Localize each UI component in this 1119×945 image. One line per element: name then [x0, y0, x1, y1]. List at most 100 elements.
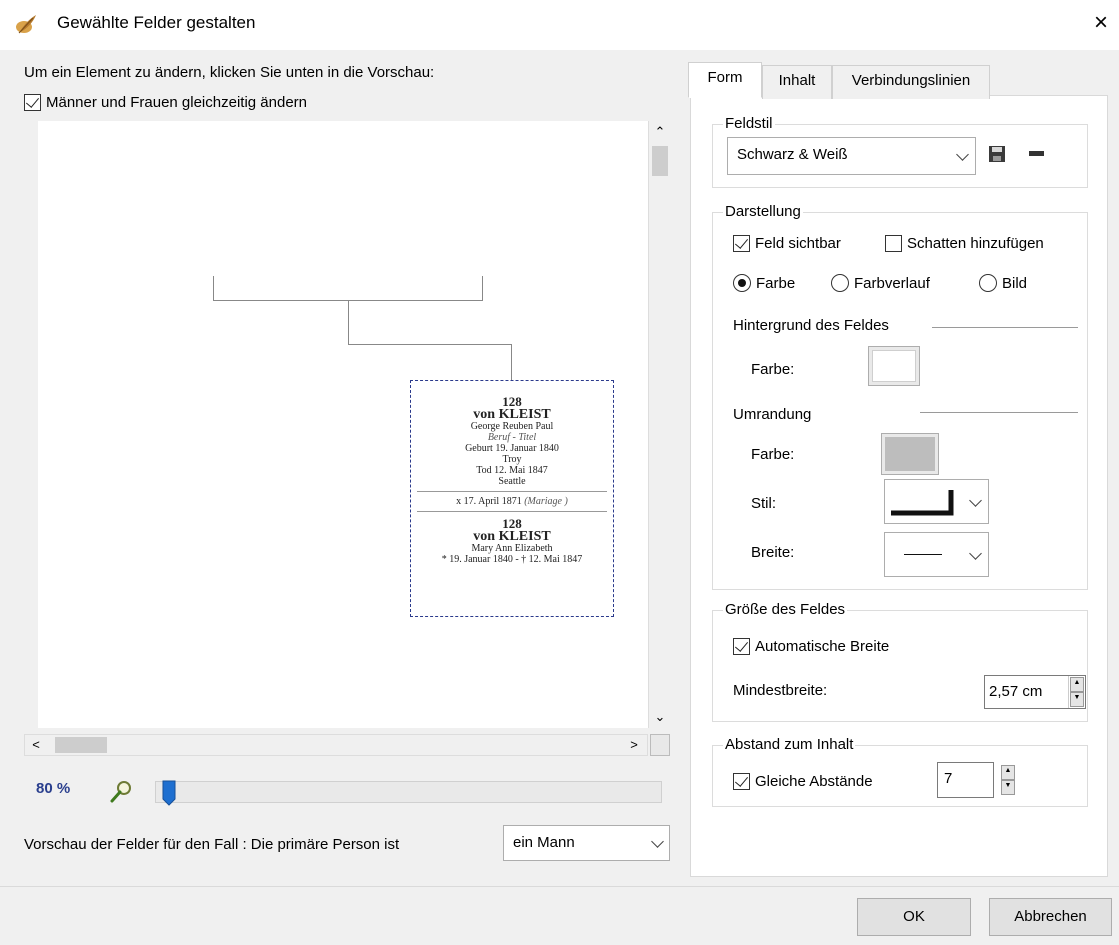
- field-visible-row[interactable]: Feld sichtbar: [733, 232, 841, 254]
- background-color-swatch: [872, 350, 916, 382]
- groesse-title: Größe des Feldes: [723, 601, 848, 618]
- feather-icon: [16, 15, 36, 34]
- fill-color-radio-row[interactable]: Farbe: [733, 272, 795, 294]
- min-width-label: Mindestbreite:: [733, 682, 828, 699]
- border-width-select[interactable]: [884, 532, 989, 577]
- scroll-corner: [650, 734, 670, 756]
- min-width-spinner[interactable]: 2,57 cm ▲ ▼: [984, 675, 1086, 709]
- zoom-slider-thumb[interactable]: [162, 780, 176, 806]
- fill-image-radio[interactable]: [979, 274, 997, 292]
- add-shadow-checkbox[interactable]: [885, 234, 902, 252]
- equal-spacing-row[interactable]: Gleiche Abstände: [733, 770, 873, 792]
- husband-birth[interactable]: Geburt 19. Januar 1840: [411, 443, 613, 454]
- spin-up-icon[interactable]: ▲: [1001, 765, 1015, 780]
- border-style-label: Stil:: [751, 495, 777, 512]
- horizontal-scrollbar[interactable]: < >: [24, 734, 648, 756]
- border-color-swatch: [885, 437, 935, 471]
- marriage-note: (Mariage ): [524, 496, 568, 507]
- add-shadow-row[interactable]: Schatten hinzufügen: [885, 232, 1044, 254]
- spin-down-icon[interactable]: ▼: [1070, 691, 1084, 707]
- magnifier-icon[interactable]: [108, 779, 134, 805]
- marriage-line[interactable]: x 17. April 1871 (Mariage ): [411, 496, 613, 507]
- fill-gradient-radio[interactable]: [831, 274, 849, 292]
- delete-style-icon[interactable]: [1029, 151, 1044, 156]
- auto-width-checkbox[interactable]: [733, 637, 750, 655]
- min-width-spin-buttons: ▲ ▼: [1068, 676, 1085, 708]
- tree-line: [511, 344, 512, 381]
- husband-surname[interactable]: von KLEIST: [411, 408, 613, 422]
- ok-button[interactable]: OK: [857, 898, 971, 936]
- tree-line: [348, 344, 511, 345]
- spacing-input[interactable]: 7: [937, 762, 994, 798]
- horizontal-scroll-thumb[interactable]: [55, 737, 107, 753]
- footer-separator: [0, 886, 1119, 887]
- spacing-value: 7: [944, 770, 953, 787]
- window-title: Gewählte Felder gestalten: [57, 13, 256, 32]
- instruction-text: Um ein Element zu ändern, klicken Sie un…: [24, 64, 435, 81]
- tab-inhalt[interactable]: Inhalt: [762, 65, 832, 99]
- scroll-right-icon[interactable]: >: [623, 735, 645, 755]
- tab-verbindungslinien[interactable]: Verbindungslinien: [832, 65, 990, 99]
- tree-line: [482, 276, 483, 300]
- primary-person-value: ein Mann: [513, 834, 575, 851]
- background-heading: Hintergrund des Feldes: [733, 317, 889, 334]
- fill-color-radio[interactable]: [733, 274, 751, 292]
- auto-width-row[interactable]: Automatische Breite: [733, 635, 889, 657]
- chevron-down-icon: [651, 835, 664, 848]
- husband-occupation[interactable]: Beruf - Titel: [411, 432, 613, 443]
- background-color-button[interactable]: [868, 346, 920, 386]
- zoom-slider-track[interactable]: [155, 781, 662, 803]
- wife-surname[interactable]: von KLEIST: [411, 530, 613, 544]
- tree-line: [213, 276, 214, 300]
- darstellung-title: Darstellung: [723, 203, 803, 220]
- preview-canvas[interactable]: 128 von KLEIST George Reuben Paul Beruf …: [38, 121, 648, 728]
- primary-person-select[interactable]: ein Mann: [503, 825, 670, 861]
- abstand-title: Abstand zum Inhalt: [723, 736, 856, 753]
- husband-death[interactable]: Tod 12. Mai 1847: [411, 465, 613, 476]
- person-card[interactable]: 128 von KLEIST George Reuben Paul Beruf …: [410, 380, 614, 617]
- scroll-down-icon[interactable]: ⌄: [649, 706, 671, 728]
- field-style-value: Schwarz & Weiß: [737, 146, 848, 163]
- border-style-select[interactable]: [884, 479, 989, 524]
- border-width-preview-line: [904, 554, 942, 555]
- auto-width-label: Automatische Breite: [755, 637, 890, 655]
- wife-given-names[interactable]: Mary Ann Elizabeth: [411, 543, 613, 554]
- change-both-checkbox-row[interactable]: Männer und Frauen gleichzeitig ändern: [24, 92, 307, 112]
- chevron-down-icon: [969, 547, 982, 560]
- zoom-level-label: 80 %: [36, 780, 71, 797]
- border-color-button[interactable]: [881, 433, 939, 475]
- field-visible-label: Feld sichtbar: [755, 234, 841, 252]
- scroll-left-icon[interactable]: <: [25, 735, 47, 755]
- card-divider: [417, 491, 607, 492]
- scroll-up-icon[interactable]: ⌃: [649, 121, 671, 143]
- fill-gradient-radio-row[interactable]: Farbverlauf: [831, 272, 930, 294]
- feldstil-title: Feldstil: [723, 115, 775, 132]
- chevron-down-icon: [956, 148, 969, 161]
- card-divider: [417, 511, 607, 512]
- spin-down-icon[interactable]: ▼: [1001, 780, 1015, 795]
- border-heading-rule: [920, 412, 1078, 413]
- vertical-scrollbar[interactable]: ⌃ ⌄: [648, 121, 670, 728]
- cancel-button[interactable]: Abbrechen: [989, 898, 1112, 936]
- background-color-label: Farbe:: [751, 361, 795, 378]
- equal-spacing-checkbox[interactable]: [733, 772, 750, 790]
- save-icon[interactable]: [989, 146, 1005, 162]
- chevron-down-icon: [969, 494, 982, 507]
- border-style-preview-icon: [891, 490, 954, 516]
- wife-dates[interactable]: * 19. Januar 1840 - † 12. Mai 1847: [411, 554, 613, 565]
- husband-given-names[interactable]: George Reuben Paul: [411, 421, 613, 432]
- tab-form[interactable]: Form: [688, 62, 762, 98]
- change-both-checkbox[interactable]: [24, 93, 41, 111]
- fill-image-radio-row[interactable]: Bild: [979, 272, 1027, 294]
- border-heading: Umrandung: [733, 406, 812, 423]
- husband-death-place[interactable]: Seattle: [411, 476, 613, 487]
- fill-image-label: Bild: [1002, 274, 1028, 292]
- vertical-scroll-thumb[interactable]: [652, 146, 668, 176]
- field-style-select[interactable]: Schwarz & Weiß: [727, 137, 976, 175]
- field-visible-checkbox[interactable]: [733, 234, 750, 252]
- spacing-spin-buttons: ▲ ▼: [1000, 764, 1017, 796]
- spin-up-icon[interactable]: ▲: [1070, 677, 1084, 693]
- husband-birth-place[interactable]: Troy: [411, 454, 613, 465]
- close-icon[interactable]: ×: [1088, 8, 1114, 38]
- marriage-date: x 17. April 1871: [456, 496, 522, 507]
